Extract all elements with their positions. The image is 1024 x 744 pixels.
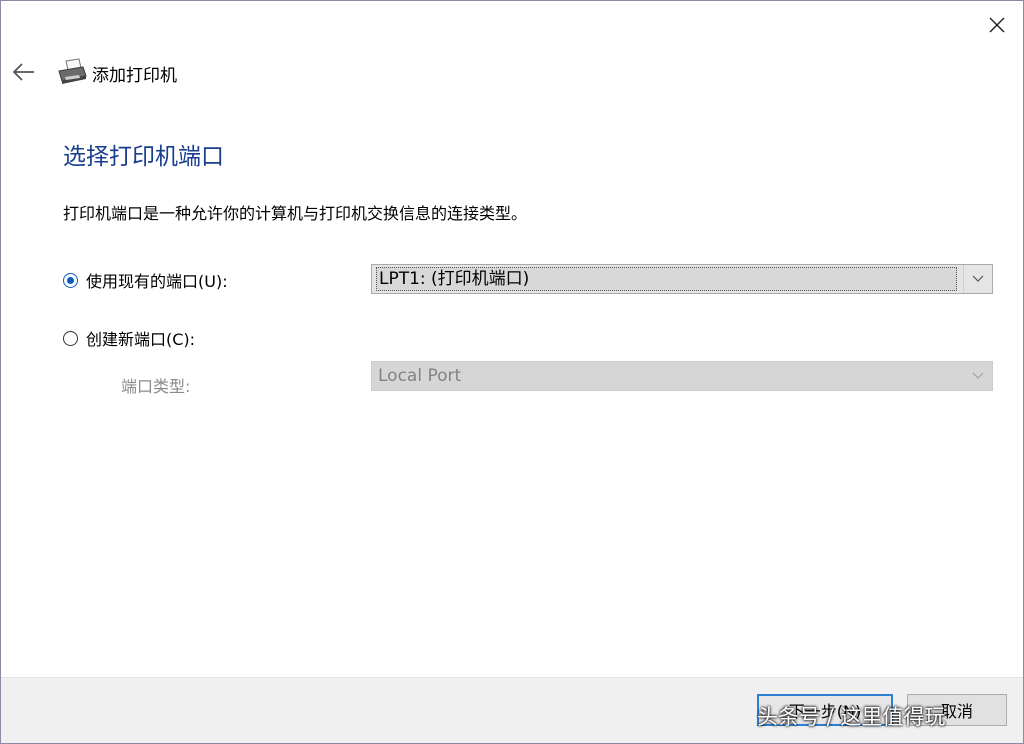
port-type-value: Local Port xyxy=(378,366,462,386)
existing-port-radio[interactable] xyxy=(63,272,78,288)
close-icon[interactable] xyxy=(985,13,1009,37)
chevron-down-icon xyxy=(972,372,984,379)
chevron-down-icon xyxy=(972,275,984,282)
existing-port-value: LPT1: (打印机端口) xyxy=(376,267,957,291)
existing-port-label[interactable]: 使用现有的端口(U): xyxy=(86,268,228,292)
port-type-label: 端口类型: xyxy=(121,377,191,396)
port-type-select: Local Port xyxy=(371,361,993,391)
printer-icon xyxy=(57,58,87,86)
existing-port-select[interactable]: LPT1: (打印机端口) xyxy=(371,264,993,294)
window-title: 添加打印机 xyxy=(92,66,177,86)
back-button[interactable] xyxy=(11,61,37,83)
page-title: 选择打印机端口 xyxy=(63,144,224,170)
page-description: 打印机端口是一种允许你的计算机与打印机交换信息的连接类型。 xyxy=(63,204,528,223)
back-arrow-icon[interactable] xyxy=(11,61,37,83)
close-button[interactable] xyxy=(985,13,1009,37)
dropdown-arrow-disabled xyxy=(964,362,992,390)
dropdown-arrow[interactable] xyxy=(963,265,992,293)
wizard-header: 添加打印机 xyxy=(1,53,1023,91)
existing-port-option[interactable]: 使用现有的端口(U): xyxy=(63,269,228,291)
new-port-label[interactable]: 创建新端口(C): xyxy=(86,326,195,350)
new-port-option[interactable]: 创建新端口(C): xyxy=(63,327,195,349)
watermark: 头条号 / 这里值得玩 xyxy=(757,705,946,729)
add-printer-window: 添加打印机 选择打印机端口 打印机端口是一种允许你的计算机与打印机交换信息的连接… xyxy=(0,0,1024,744)
new-port-radio[interactable] xyxy=(63,330,78,346)
